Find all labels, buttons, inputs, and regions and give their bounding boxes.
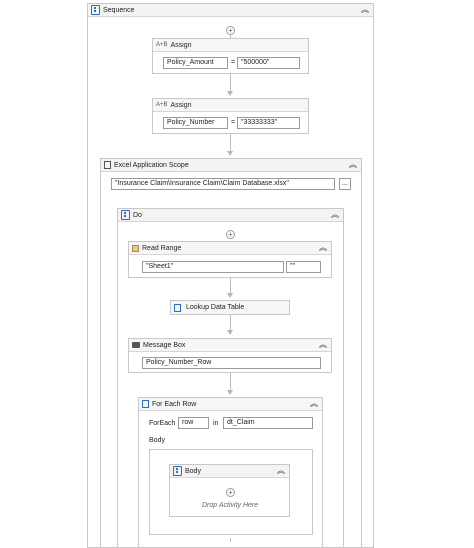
- do-title: Do: [133, 211, 142, 219]
- assign-title: Assign: [170, 101, 192, 109]
- assign-to-field[interactable]: Policy_Amount: [163, 57, 228, 69]
- collapse-icon[interactable]: ︽: [319, 243, 327, 253]
- body-sequence[interactable]: Body ︽ + Drop Activity Here: [169, 464, 290, 517]
- message-box-activity[interactable]: Message Box ︽ Policy_Number_Row: [128, 338, 332, 373]
- assign-value-field[interactable]: "500000": [237, 57, 300, 69]
- excel-scope-title: Excel Application Scope: [114, 161, 189, 169]
- connector-line: [230, 74, 231, 92]
- lookup-title: Lookup Data Table: [186, 304, 245, 311]
- add-activity-icon[interactable]: +: [226, 230, 235, 239]
- collapse-icon[interactable]: ︽: [319, 340, 327, 350]
- connector-arrow: [227, 293, 233, 298]
- workbook-path-field[interactable]: "Insurance Claim\Insurance Claim\Claim D…: [111, 178, 335, 190]
- read-range-icon: [132, 244, 139, 252]
- connector-arrow: [227, 151, 233, 156]
- foreach-collection-field[interactable]: dt_Claim: [223, 417, 313, 429]
- connector-arrow: [227, 390, 233, 395]
- sheet-name-field[interactable]: "Sheet1": [142, 261, 284, 273]
- foreach-label: ForEach: [149, 420, 176, 427]
- connector-line: [230, 315, 231, 331]
- connector-line: [230, 538, 231, 542]
- connector-line: [230, 373, 231, 391]
- sequence-title: Sequence: [103, 6, 135, 14]
- sequence-icon: [121, 210, 130, 220]
- lookup-icon: [174, 304, 181, 312]
- range-field[interactable]: "": [286, 261, 321, 273]
- lookup-data-table-activity[interactable]: Lookup Data Table: [170, 300, 290, 315]
- for-each-row-title: For Each Row: [152, 400, 197, 408]
- sequence-icon: [173, 466, 182, 476]
- assign-header[interactable]: A+B Assign: [153, 39, 308, 52]
- read-range-header[interactable]: Read Range ︽: [129, 242, 331, 255]
- for-each-row-header[interactable]: For Each Row ︽: [139, 398, 322, 411]
- in-label: in: [213, 420, 219, 427]
- add-activity-icon[interactable]: +: [226, 488, 235, 497]
- assign-operator: =: [231, 119, 236, 126]
- collapse-icon[interactable]: ︽: [310, 399, 318, 409]
- do-header[interactable]: Do ︽: [118, 209, 343, 222]
- collapse-icon[interactable]: ︽: [277, 466, 285, 476]
- collapse-icon[interactable]: ︽: [349, 160, 357, 170]
- connector-arrow: [227, 330, 233, 335]
- sequence-header[interactable]: Sequence ︽: [88, 4, 373, 17]
- browse-button[interactable]: ...: [339, 178, 351, 190]
- for-each-icon: [142, 400, 149, 408]
- foreach-item-field[interactable]: row: [178, 417, 209, 429]
- assign-activity-1[interactable]: A+B Assign Policy_Amount = "500000": [152, 38, 309, 74]
- message-text-field[interactable]: Policy_Number_Row: [142, 357, 321, 369]
- read-range-activity[interactable]: Read Range ︽ "Sheet1" "": [128, 241, 332, 278]
- excel-scope-header[interactable]: Excel Application Scope ︽: [101, 159, 361, 172]
- collapse-icon[interactable]: ︽: [361, 5, 369, 15]
- assign-to-field[interactable]: Policy_Number: [163, 117, 228, 129]
- message-box-header[interactable]: Message Box ︽: [129, 339, 331, 352]
- body-label: Body: [149, 437, 165, 444]
- add-activity-icon[interactable]: +: [226, 26, 235, 35]
- sequence-icon: [91, 5, 100, 15]
- message-box-title: Message Box: [143, 341, 186, 349]
- body-title: Body: [185, 467, 201, 475]
- assign-icon: A+B: [156, 42, 168, 48]
- connector-line: [230, 134, 231, 152]
- assign-header[interactable]: A+B Assign: [153, 99, 308, 112]
- assign-activity-2[interactable]: A+B Assign Policy_Number = "33333333": [152, 98, 309, 134]
- connector-arrow: [227, 91, 233, 96]
- excel-icon: [104, 161, 111, 169]
- collapse-icon[interactable]: ︽: [331, 210, 339, 220]
- message-box-icon: [132, 342, 140, 348]
- assign-title: Assign: [170, 41, 192, 49]
- assign-icon: A+B: [156, 102, 168, 108]
- connector-line: [230, 278, 231, 294]
- read-range-title: Read Range: [142, 244, 182, 252]
- assign-operator: =: [231, 59, 236, 66]
- assign-value-field[interactable]: "33333333": [237, 117, 300, 129]
- body-sequence-header[interactable]: Body ︽: [170, 465, 289, 478]
- drop-activity-hint: Drop Activity Here: [202, 502, 259, 509]
